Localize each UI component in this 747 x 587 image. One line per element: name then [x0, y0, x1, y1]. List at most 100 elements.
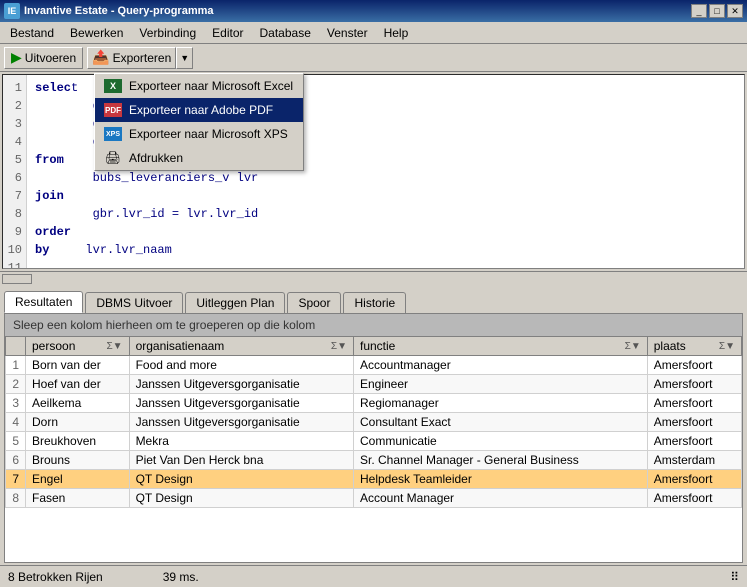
tab-resultaten[interactable]: Resultaten [4, 291, 83, 313]
tab-historie[interactable]: Historie [343, 292, 406, 313]
col-plaats-header[interactable]: plaats Σ▼ [647, 337, 741, 356]
menu-bewerken[interactable]: Bewerken [62, 22, 131, 43]
cell-persoon: Fasen [26, 489, 130, 508]
toolbar: ▶ Uitvoeren 📤 Exporteren ▼ [0, 44, 747, 72]
print-label: Afdrukken [129, 151, 183, 165]
row-number: 6 [6, 451, 26, 470]
status-bar: 8 Betrokken Rijen 39 ms. ⠿ [0, 565, 747, 587]
export-excel-item[interactable]: X Exporteer naar Microsoft Excel [95, 74, 303, 98]
cell-plaats: Amersfoort [647, 489, 741, 508]
sigma-org[interactable]: Σ▼ [331, 341, 347, 352]
cell-plaats: Amersfoort [647, 394, 741, 413]
row-number: 8 [6, 489, 26, 508]
cell-plaats: Amsterdam [647, 451, 741, 470]
cell-organisatienaam: QT Design [129, 489, 353, 508]
table-row[interactable]: 3AeilkemaJanssen UitgeversgorganisatieRe… [6, 394, 742, 413]
cell-persoon: Brouns [26, 451, 130, 470]
cell-plaats: Amersfoort [647, 356, 741, 375]
export-pdf-item[interactable]: PDF Exporteer naar Adobe PDF [95, 98, 303, 122]
minimize-button[interactable]: _ [691, 4, 707, 18]
cell-functie: Communicatie [353, 432, 647, 451]
export-xps-label: Exporteer naar Microsoft XPS [129, 127, 288, 141]
excel-icon: X [103, 78, 123, 94]
export-icon: 📤 [92, 49, 109, 66]
col-num-header [6, 337, 26, 356]
menu-database[interactable]: Database [252, 22, 319, 43]
cell-functie: Accountmanager [353, 356, 647, 375]
table-row[interactable]: 2Hoef van derJanssen Uitgeversgorganisat… [6, 375, 742, 394]
col-functie-header[interactable]: functie Σ▼ [353, 337, 647, 356]
cell-functie: Helpdesk Teamleider [353, 470, 647, 489]
sigma-functie[interactable]: Σ▼ [625, 341, 641, 352]
run-label: Uitvoeren [25, 51, 76, 65]
title-bar: IE Invantive Estate - Query-programma _ … [0, 0, 747, 22]
cell-functie: Engineer [353, 375, 647, 394]
maximize-button[interactable]: □ [709, 4, 725, 18]
cell-organisatienaam: Janssen Uitgeversgorganisatie [129, 413, 353, 432]
close-button[interactable]: ✕ [727, 4, 743, 18]
col-org-header[interactable]: organisatienaam Σ▼ [129, 337, 353, 356]
sigma-plaats[interactable]: Σ▼ [719, 341, 735, 352]
row-number: 2 [6, 375, 26, 394]
cell-persoon: Dorn [26, 413, 130, 432]
line-numbers: 12345 67891011 [3, 75, 27, 268]
tab-dbms[interactable]: DBMS Uitvoer [85, 292, 183, 313]
cell-plaats: Amersfoort [647, 470, 741, 489]
row-number: 4 [6, 413, 26, 432]
sigma-persoon[interactable]: Σ▼ [106, 341, 122, 352]
cell-persoon: Born van der [26, 356, 130, 375]
data-table: persoon Σ▼ organisatienaam Σ▼ [5, 336, 742, 508]
table-row[interactable]: 4DornJanssen UitgeversgorganisatieConsul… [6, 413, 742, 432]
col-persoon-header[interactable]: persoon Σ▼ [26, 337, 130, 356]
table-row[interactable]: 8FasenQT DesignAccount ManagerAmersfoort [6, 489, 742, 508]
arrow-icon: ▼ [180, 53, 189, 63]
menu-help[interactable]: Help [376, 22, 417, 43]
table-row[interactable]: 1Born van derFood and moreAccountmanager… [6, 356, 742, 375]
row-number: 7 [6, 470, 26, 489]
xps-icon: XPS [103, 126, 123, 142]
row-number: 5 [6, 432, 26, 451]
table-row[interactable]: 7EngelQT DesignHelpdesk TeamleiderAmersf… [6, 470, 742, 489]
cell-functie: Sr. Channel Manager - General Business [353, 451, 647, 470]
row-number: 1 [6, 356, 26, 375]
export-excel-label: Exporteer naar Microsoft Excel [129, 79, 293, 93]
cell-persoon: Breukhoven [26, 432, 130, 451]
run-button[interactable]: ▶ Uitvoeren [4, 47, 83, 69]
cell-persoon: Engel [26, 470, 130, 489]
menu-editor[interactable]: Editor [204, 22, 251, 43]
export-button-group: 📤 Exporteren ▼ [87, 47, 193, 69]
tab-uitleggen[interactable]: Uitleggen Plan [185, 292, 285, 313]
cell-persoon: Hoef van der [26, 375, 130, 394]
table-row[interactable]: 5BreukhovenMekraCommunicatieAmersfoort [6, 432, 742, 451]
menu-verbinding[interactable]: Verbinding [131, 22, 204, 43]
cell-plaats: Amersfoort [647, 375, 741, 394]
run-icon: ▶ [11, 49, 22, 66]
print-item[interactable]: 🖨 Afdrukken [95, 146, 303, 170]
cell-organisatienaam: Piet Van Den Herck bna [129, 451, 353, 470]
cell-plaats: Amersfoort [647, 413, 741, 432]
cell-persoon: Aeilkema [26, 394, 130, 413]
scroll-thumb[interactable] [2, 274, 32, 284]
code-scrollbar[interactable] [0, 271, 747, 285]
printer-icon: 🖨 [103, 150, 123, 166]
row-number: 3 [6, 394, 26, 413]
cell-functie: Account Manager [353, 489, 647, 508]
cell-organisatienaam: Mekra [129, 432, 353, 451]
export-main-button[interactable]: 📤 Exporteren [87, 47, 176, 69]
pdf-icon: PDF [103, 102, 123, 118]
menu-venster[interactable]: Venster [319, 22, 376, 43]
row-count: 8 Betrokken Rijen [8, 570, 103, 584]
export-dropdown-arrow[interactable]: ▼ [176, 47, 193, 69]
cell-organisatienaam: Janssen Uitgeversgorganisatie [129, 375, 353, 394]
export-xps-item[interactable]: XPS Exporteer naar Microsoft XPS [95, 122, 303, 146]
resize-handle[interactable]: ⠿ [730, 570, 739, 584]
cell-functie: Regiomanager [353, 394, 647, 413]
results-area: Sleep een kolom hierheen om te groeperen… [4, 313, 743, 563]
results-container: Resultaten DBMS Uitvoer Uitleggen Plan S… [0, 287, 747, 565]
cell-functie: Consultant Exact [353, 413, 647, 432]
cell-organisatienaam: QT Design [129, 470, 353, 489]
menu-bestand[interactable]: Bestand [2, 22, 62, 43]
app-icon: IE [4, 3, 20, 19]
table-row[interactable]: 6BrounsPiet Van Den Herck bnaSr. Channel… [6, 451, 742, 470]
tab-spoor[interactable]: Spoor [287, 292, 341, 313]
